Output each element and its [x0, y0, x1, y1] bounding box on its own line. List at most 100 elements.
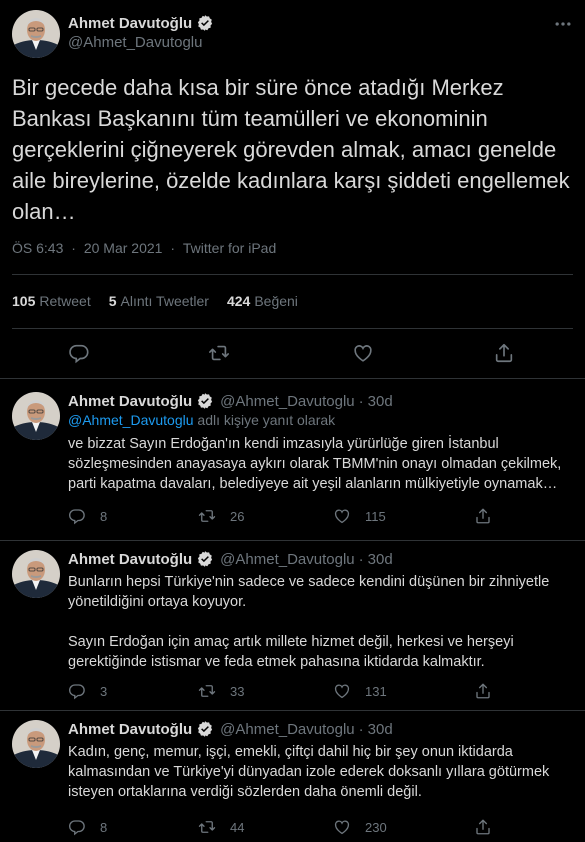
- replying-to: @Ahmet_Davutoglu adlı kişiye yanıt olara…: [68, 412, 335, 428]
- share-action[interactable]: [474, 507, 506, 525]
- retweet-count: 26: [230, 508, 245, 524]
- retweet-icon: [198, 818, 216, 836]
- head-separator: ·: [358, 550, 364, 568]
- avatar[interactable]: [12, 720, 60, 768]
- reply-icon: [68, 818, 86, 836]
- divider: [0, 710, 585, 711]
- divider: [0, 378, 585, 379]
- divider: [12, 274, 573, 275]
- retweet-stat[interactable]: 105 Retweet: [12, 293, 91, 309]
- retweet-action[interactable]: 26: [198, 507, 244, 525]
- like-icon[interactable]: [352, 342, 374, 364]
- meta-separator: ·: [71, 240, 76, 256]
- verified-badge-icon: [196, 550, 214, 568]
- tweet-time[interactable]: ÖS 6:43: [12, 240, 63, 256]
- verified-badge-icon: [196, 392, 214, 410]
- author-name[interactable]: Ahmet Davutoğlu: [68, 393, 192, 410]
- reply-header: Ahmet Davutoğlu @Ahmet_Davutoglu · 30d: [68, 550, 393, 568]
- retweet-count: 44: [230, 819, 245, 835]
- meta-separator: ·: [170, 240, 175, 256]
- share-icon: [474, 818, 492, 836]
- reply-action[interactable]: 8: [68, 818, 107, 836]
- reply-tweet[interactable]: Ahmet Davutoğlu @Ahmet_Davutoglu · 30d B…: [12, 550, 573, 700]
- tweet-age[interactable]: 30d: [368, 721, 393, 738]
- retweet-icon: [198, 682, 216, 700]
- share-icon[interactable]: [493, 342, 515, 364]
- retweet-icon: [198, 507, 216, 525]
- like-count: 115: [365, 508, 386, 524]
- like-count: 230: [365, 819, 387, 835]
- reply-count: 8: [100, 508, 108, 524]
- reply-actions: 8 26 115: [68, 507, 508, 527]
- retweet-icon[interactable]: [208, 342, 230, 364]
- tweet-stats: 105 Retweet 5 Alıntı Tweetler 424 Beğeni: [12, 293, 316, 309]
- reply-actions: 8 44 230: [68, 818, 508, 838]
- reply-icon: [68, 507, 86, 525]
- avatar[interactable]: [12, 10, 60, 58]
- author-name[interactable]: Ahmet Davutoğlu: [68, 551, 192, 568]
- author-handle[interactable]: @Ahmet_Davutoglu: [220, 551, 354, 568]
- like-count: 424: [226, 293, 251, 309]
- reply-header: Ahmet Davutoğlu @Ahmet_Davutoglu · 30d: [68, 392, 393, 410]
- tweet-age[interactable]: 30d: [368, 393, 393, 410]
- retweet-label: Retweet: [39, 293, 91, 309]
- share-icon: [474, 682, 492, 700]
- like-icon: [333, 682, 351, 700]
- tweet-source[interactable]: Twitter for iPad: [183, 240, 276, 256]
- reply-action[interactable]: 3: [68, 682, 107, 700]
- replying-mention[interactable]: @Ahmet_Davutoglu: [68, 412, 194, 428]
- head-separator: ·: [358, 392, 364, 410]
- like-icon: [333, 818, 351, 836]
- head-separator: ·: [358, 720, 364, 738]
- tweet-date[interactable]: 20 Mar 2021: [84, 240, 163, 256]
- like-action[interactable]: 115: [333, 507, 386, 525]
- reply-icon[interactable]: [68, 342, 90, 364]
- reply-count: 8: [100, 819, 108, 835]
- reply-actions: 3 33 131: [68, 682, 508, 702]
- main-tweet-actions: [12, 342, 573, 366]
- author-handle[interactable]: @Ahmet_Davutoglu: [220, 393, 354, 410]
- divider: [12, 328, 573, 329]
- quote-count: 5: [108, 293, 117, 309]
- reply-count: 3: [100, 683, 108, 699]
- quote-stat[interactable]: 5 Alıntı Tweetler: [109, 293, 209, 309]
- author-name-row[interactable]: Ahmet Davutoğlu: [68, 14, 214, 32]
- quote-label: Alıntı Tweetler: [120, 293, 209, 309]
- share-action[interactable]: [474, 682, 506, 700]
- like-icon: [333, 507, 351, 525]
- reply-text: Bunların hepsi Türkiye'nin sadece ve sad…: [68, 574, 550, 670]
- like-stat[interactable]: 424 Beğeni: [227, 293, 298, 309]
- like-action[interactable]: 230: [333, 818, 387, 836]
- reply-text: ve bizzat Sayın Erdoğan'ın kendi imzasıy…: [68, 436, 566, 492]
- retweet-count: 33: [230, 683, 245, 699]
- like-action[interactable]: 131: [333, 682, 387, 700]
- divider: [0, 540, 585, 541]
- tweet-meta: ÖS 6:43 · 20 Mar 2021 · Twitter for iPad: [12, 240, 276, 256]
- author-handle[interactable]: @Ahmet_Davutoglu: [220, 721, 354, 738]
- share-icon: [474, 507, 492, 525]
- retweet-action[interactable]: 44: [198, 818, 244, 836]
- reply-action[interactable]: 8: [68, 507, 107, 525]
- reply-tweet[interactable]: Ahmet Davutoğlu @Ahmet_Davutoglu · 30d @…: [12, 392, 573, 532]
- verified-badge-icon: [196, 14, 214, 32]
- author-name[interactable]: Ahmet Davutoğlu: [68, 15, 192, 32]
- avatar[interactable]: [12, 550, 60, 598]
- reply-header: Ahmet Davutoğlu @Ahmet_Davutoglu · 30d: [68, 720, 393, 738]
- more-icon[interactable]: [553, 14, 573, 34]
- like-count: 131: [365, 683, 387, 699]
- retweet-action[interactable]: 33: [198, 682, 244, 700]
- verified-badge-icon: [196, 720, 214, 738]
- reply-text: Kadın, genç, memur, işçi, emekli, çiftçi…: [68, 744, 554, 800]
- tweet-text: Bir gecede daha kısa bir süre önce atadı…: [12, 75, 576, 224]
- like-label: Beğeni: [254, 293, 298, 309]
- author-name[interactable]: Ahmet Davutoğlu: [68, 721, 192, 738]
- author-handle[interactable]: @Ahmet_Davutoglu: [68, 34, 202, 51]
- reply-tweet[interactable]: Ahmet Davutoğlu @Ahmet_Davutoglu · 30d K…: [12, 720, 573, 842]
- retweet-count: 105: [12, 293, 36, 309]
- replying-suffix: adlı kişiye yanıt olarak: [197, 412, 336, 428]
- share-action[interactable]: [474, 818, 506, 836]
- tweet-age[interactable]: 30d: [368, 551, 393, 568]
- main-tweet-header: Ahmet Davutoğlu @Ahmet_Davutoglu: [12, 10, 573, 60]
- reply-icon: [68, 682, 86, 700]
- avatar[interactable]: [12, 392, 60, 440]
